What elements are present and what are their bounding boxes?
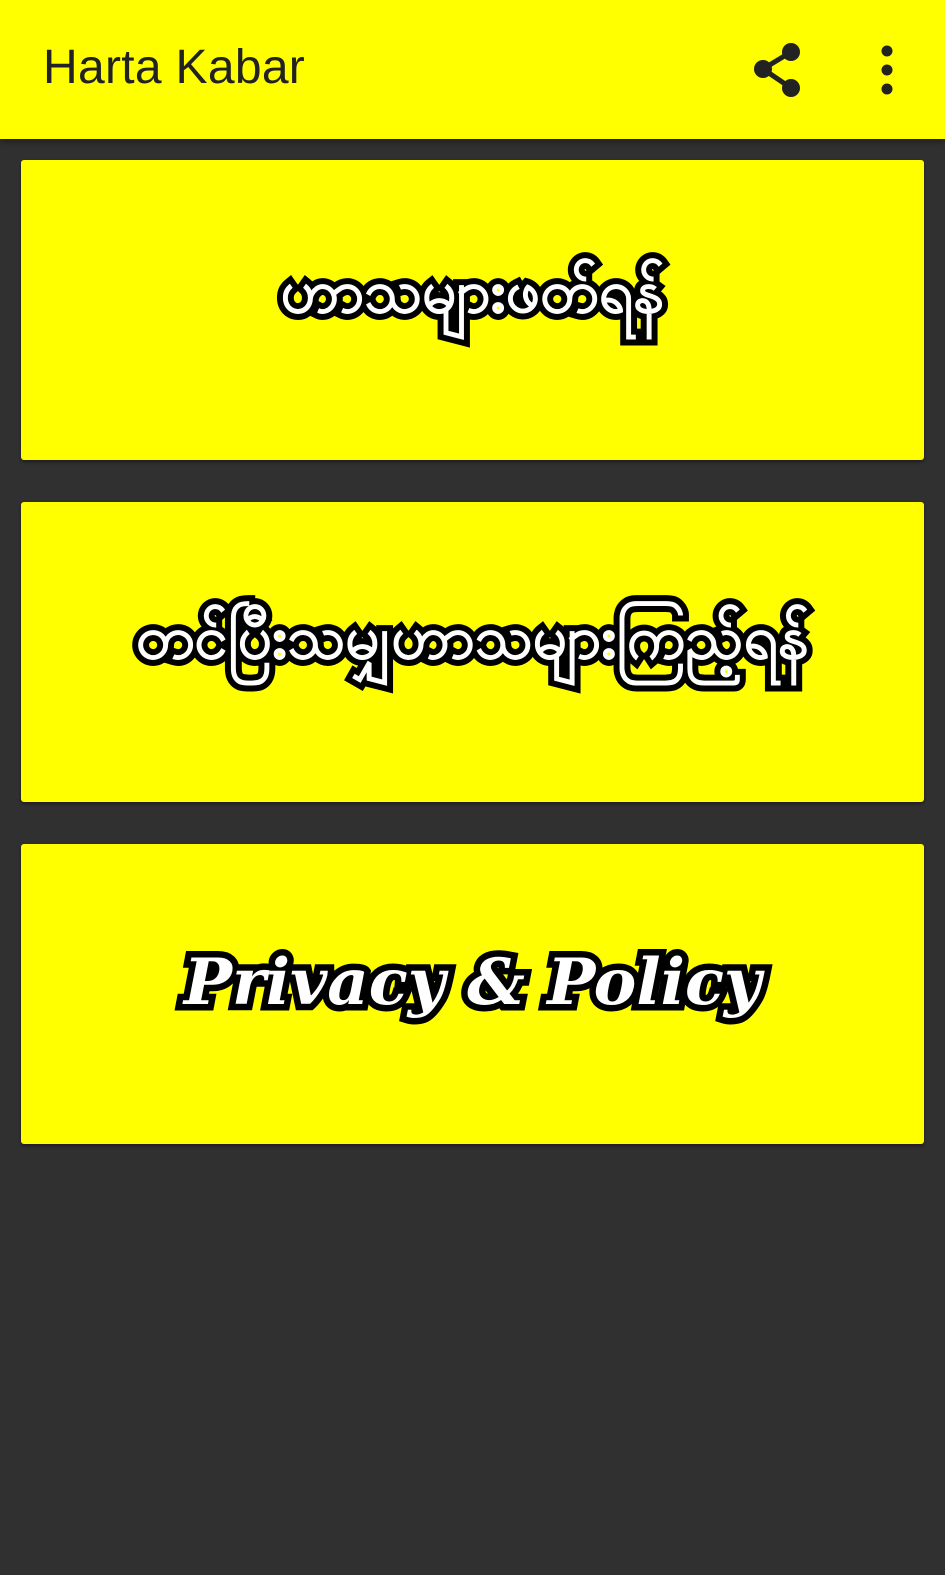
app-bar: Harta Kabar — [0, 0, 945, 139]
view-posted-jokes-card[interactable]: တင်ပြီးသမျှဟာသများကြည့်ရန် — [21, 502, 924, 802]
app-title: Harta Kabar — [43, 41, 306, 94]
read-jokes-card[interactable]: ဟာသများဖတ်ရန် — [21, 160, 924, 460]
share-icon — [754, 43, 800, 97]
privacy-policy-card[interactable]: Privacy & Policy — [21, 844, 924, 1144]
menu-list: ဟာသများဖတ်ရန် တင်ပြီးသမျှဟာသများကြည့်ရန်… — [21, 160, 924, 1186]
more-options-button[interactable] — [847, 30, 927, 110]
privacy-policy-label: Privacy & Policy — [177, 938, 767, 1026]
view-posted-jokes-label: တင်ပြီးသမျှဟာသများကြည့်ရန် — [130, 597, 815, 679]
more-vert-icon — [881, 45, 893, 95]
share-button[interactable] — [737, 30, 817, 110]
read-jokes-label: ဟာသများဖတ်ရန် — [275, 251, 670, 333]
